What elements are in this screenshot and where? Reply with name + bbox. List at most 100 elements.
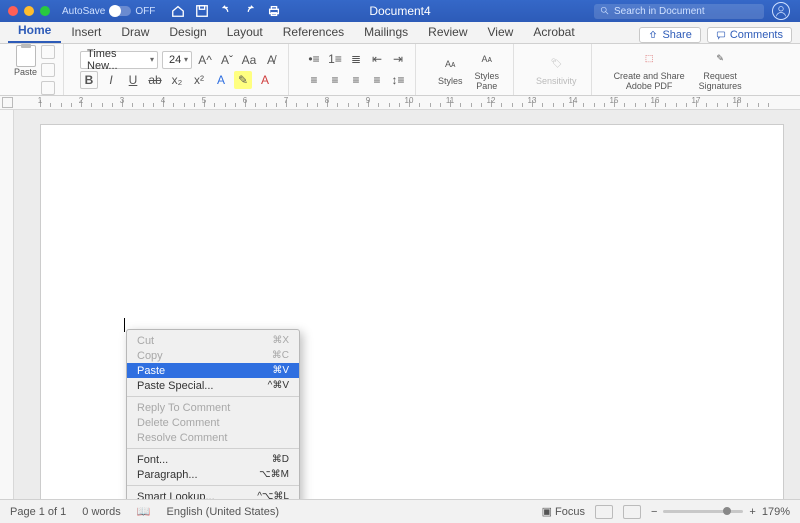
tab-insert[interactable]: Insert xyxy=(61,21,111,43)
numbering-icon[interactable]: 1≡ xyxy=(326,50,344,68)
share-button[interactable]: Share xyxy=(639,27,700,43)
sensitivity-icon: 🏷 xyxy=(546,54,566,74)
context-menu-paste[interactable]: Paste⌘V xyxy=(127,363,299,378)
comments-button[interactable]: Comments xyxy=(707,27,792,43)
tab-home[interactable]: Home xyxy=(8,19,61,43)
print-icon[interactable] xyxy=(267,4,281,18)
context-menu-resolve-comment: Resolve Comment xyxy=(127,430,299,445)
context-menu-separator xyxy=(127,396,299,397)
styles-pane-button[interactable]: AᴀStyles Pane xyxy=(469,49,506,91)
zoom-slider[interactable] xyxy=(663,510,743,513)
status-language[interactable]: English (United States) xyxy=(167,506,280,518)
autosave-toggle[interactable]: AutoSave OFF xyxy=(62,6,155,17)
grow-font-icon[interactable]: A^ xyxy=(196,51,214,69)
justify-icon[interactable]: ≡ xyxy=(368,71,386,89)
bold-button[interactable]: B xyxy=(80,71,98,89)
align-center-icon[interactable]: ≡ xyxy=(326,71,344,89)
strikethrough-button[interactable]: ab xyxy=(146,71,164,89)
redo-icon[interactable] xyxy=(243,4,257,18)
ruler-label: 11 xyxy=(446,96,454,105)
maximize-window-icon[interactable] xyxy=(40,6,50,16)
font-family-select[interactable]: Times New... xyxy=(80,51,158,69)
styles-pane-label: Styles Pane xyxy=(475,71,500,91)
ruler-label: 1 xyxy=(38,96,42,105)
styles-group: AᴀStyles AᴀStyles Pane xyxy=(424,44,514,95)
increase-indent-icon[interactable]: ⇥ xyxy=(389,50,407,68)
toggle-icon[interactable] xyxy=(109,6,131,16)
zoom-out-icon[interactable]: − xyxy=(651,506,657,518)
tab-references[interactable]: References xyxy=(273,21,354,43)
tab-draw[interactable]: Draw xyxy=(111,21,159,43)
shortcut-label: ⌘X xyxy=(272,335,289,346)
focus-mode-button[interactable]: ▣ Focus xyxy=(542,505,585,518)
ruler-label: 2 xyxy=(79,96,83,105)
search-input[interactable]: Search in Document xyxy=(594,4,764,19)
web-layout-view-icon[interactable] xyxy=(623,505,641,519)
decrease-indent-icon[interactable]: ⇤ xyxy=(368,50,386,68)
paste-button[interactable]: Paste xyxy=(14,45,37,77)
context-menu-font[interactable]: Font...⌘D xyxy=(127,452,299,467)
styles-button[interactable]: AᴀStyles xyxy=(432,54,469,86)
ruler-label: 9 xyxy=(366,96,370,105)
minimize-window-icon[interactable] xyxy=(24,6,34,16)
print-layout-view-icon[interactable] xyxy=(595,505,613,519)
horizontal-ruler[interactable]: 123456789101112131415161718 xyxy=(0,96,800,110)
request-signatures-button[interactable]: ✎Request Signatures xyxy=(693,49,748,91)
tab-design[interactable]: Design xyxy=(159,21,216,43)
italic-button[interactable]: I xyxy=(102,71,120,89)
highlight-button[interactable]: ✎ xyxy=(234,71,252,89)
superscript-button[interactable]: x² xyxy=(190,71,208,89)
ribbon-tabs: Home Insert Draw Design Layout Reference… xyxy=(0,22,800,44)
tab-selector-icon[interactable] xyxy=(2,97,13,108)
context-menu[interactable]: Cut⌘XCopy⌘CPaste⌘VPaste Special...^⌘VRep… xyxy=(126,329,300,499)
status-spellcheck-icon[interactable]: 📖 xyxy=(137,505,151,518)
acrobat-group: ⬚Create and Share Adobe PDF ✎Request Sig… xyxy=(600,44,756,95)
font-color-red-button[interactable]: A xyxy=(256,71,274,89)
adobe-pdf-icon: ⬚ xyxy=(639,49,659,69)
search-placeholder: Search in Document xyxy=(614,6,705,17)
user-account-icon[interactable] xyxy=(772,2,790,20)
font-size-select[interactable]: 24 xyxy=(162,51,192,69)
ruler-label: 17 xyxy=(692,96,701,105)
save-icon[interactable] xyxy=(195,4,209,18)
zoom-level[interactable]: 179% xyxy=(762,506,790,518)
tab-view[interactable]: View xyxy=(478,21,524,43)
context-menu-label: Resolve Comment xyxy=(137,432,227,444)
home-icon[interactable] xyxy=(171,4,185,18)
tab-mailings[interactable]: Mailings xyxy=(354,21,418,43)
clipboard-group: Paste xyxy=(6,44,64,95)
context-menu-label: Font... xyxy=(137,454,168,466)
clear-formatting-icon[interactable]: A̸ xyxy=(262,51,280,69)
context-menu-paragraph[interactable]: Paragraph...⌥⌘M xyxy=(127,467,299,482)
ruler-label: 12 xyxy=(487,96,496,105)
create-share-pdf-button[interactable]: ⬚Create and Share Adobe PDF xyxy=(608,49,691,91)
line-spacing-icon[interactable]: ↕≡ xyxy=(389,71,407,89)
status-page[interactable]: Page 1 of 1 xyxy=(10,506,66,518)
context-menu-smart-lookup[interactable]: Smart Lookup...^⌥⌘L xyxy=(127,489,299,499)
format-painter-button[interactable] xyxy=(41,81,55,95)
align-right-icon[interactable]: ≡ xyxy=(347,71,365,89)
undo-icon[interactable] xyxy=(219,4,233,18)
vertical-ruler[interactable] xyxy=(0,110,14,499)
underline-button[interactable]: U xyxy=(124,71,142,89)
font-color-button[interactable]: A xyxy=(212,71,230,89)
status-words[interactable]: 0 words xyxy=(82,506,121,518)
zoom-control[interactable]: − + 179% xyxy=(651,506,790,518)
subscript-button[interactable]: x₂ xyxy=(168,71,186,89)
cut-button[interactable] xyxy=(41,45,55,59)
multilevel-list-icon[interactable]: ≣ xyxy=(347,50,365,68)
comments-label: Comments xyxy=(730,29,783,41)
ruler-label: 16 xyxy=(651,96,660,105)
shrink-font-icon[interactable]: Aˇ xyxy=(218,51,236,69)
context-menu-paste-special[interactable]: Paste Special...^⌘V xyxy=(127,378,299,393)
bullets-icon[interactable]: •≡ xyxy=(305,50,323,68)
tab-layout[interactable]: Layout xyxy=(217,21,273,43)
change-case-icon[interactable]: Aa xyxy=(240,51,258,69)
window-traffic-lights[interactable] xyxy=(0,6,50,16)
copy-button[interactable] xyxy=(41,63,55,77)
close-window-icon[interactable] xyxy=(8,6,18,16)
tab-review[interactable]: Review xyxy=(418,21,477,43)
tab-acrobat[interactable]: Acrobat xyxy=(523,21,584,43)
zoom-in-icon[interactable]: + xyxy=(749,506,755,518)
align-left-icon[interactable]: ≡ xyxy=(305,71,323,89)
